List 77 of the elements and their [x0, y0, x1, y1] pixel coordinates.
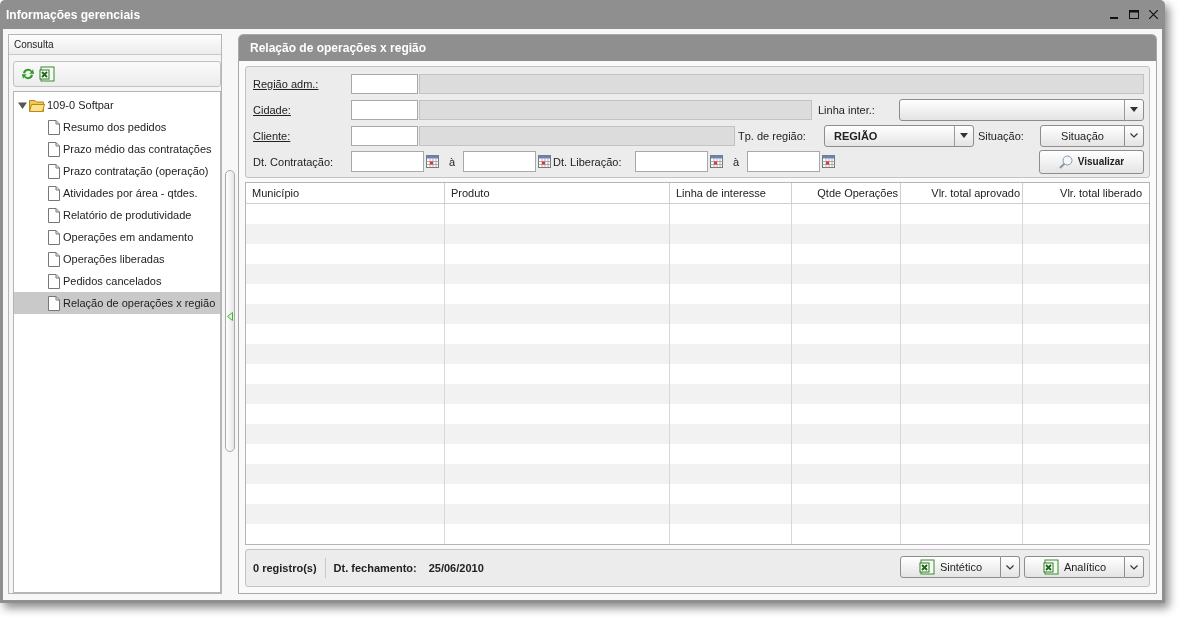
expanded-arrow-icon[interactable]: [18, 100, 27, 110]
spreadsheet-icon: [39, 66, 55, 82]
code-field[interactable]: [351, 99, 418, 120]
calendar-icon[interactable]: [426, 155, 439, 168]
maximize-icon[interactable]: [1129, 10, 1139, 19]
panel-title: Relação de operações x região: [239, 35, 1156, 61]
tree-node[interactable]: 109-0 Softpar: [47, 99, 114, 111]
close-icon[interactable]: [1149, 10, 1158, 19]
field-label: Linha inter.:: [817, 103, 876, 116]
spreadsheet-icon: [918, 559, 935, 575]
code-field[interactable]: [351, 73, 418, 94]
dropdown-button[interactable]: [1001, 556, 1020, 578]
tree-item[interactable]: Pedidos cancelados: [14, 270, 220, 292]
document-icon: [48, 273, 60, 289]
document-icon: [48, 229, 60, 245]
date-field[interactable]: [351, 151, 424, 172]
date-field[interactable]: [463, 151, 536, 172]
date-field[interactable]: [747, 151, 820, 172]
tree-item[interactable]: Atividades por área - qtdes.: [14, 182, 220, 204]
document-icon: [48, 163, 60, 179]
tree-item[interactable]: Relatório de produtividade: [14, 204, 220, 226]
chevron-icon: [1006, 564, 1014, 570]
column-header[interactable]: Produto: [445, 183, 670, 203]
closing-date: 25/06/2010: [428, 562, 484, 574]
closing-date-label: Dt. fechamento:: [333, 562, 417, 574]
field-label: Situação:: [977, 129, 1025, 142]
field-label: Tp. de região:: [737, 129, 807, 142]
document-icon: [48, 119, 60, 135]
chevron-icon: [1130, 564, 1138, 570]
tree-item[interactable]: Operações liberadas: [14, 248, 220, 270]
search-icon: [1058, 154, 1073, 169]
refresh-icon[interactable]: [21, 67, 35, 81]
code-field[interactable]: [351, 125, 418, 146]
column-header[interactable]: Vlr. total liberado: [1023, 183, 1144, 203]
splitter-handle[interactable]: [225, 170, 235, 452]
column-header[interactable]: Vlr. total aprovado: [901, 183, 1023, 203]
view-button[interactable]: Visualizar: [1039, 149, 1144, 174]
tree-item[interactable]: Prazo médio das contratações: [14, 138, 220, 160]
calendar-icon[interactable]: [822, 155, 835, 168]
dropdown-field[interactable]: REGIÃO: [824, 124, 974, 147]
record-count: 0 registro(s): [253, 562, 317, 574]
date-field[interactable]: [635, 151, 708, 172]
status-button[interactable]: Situação: [1040, 124, 1125, 147]
document-icon: [48, 141, 60, 157]
tree-item[interactable]: Resumo dos pedidos: [14, 116, 220, 138]
chevron-icon: [1130, 133, 1138, 138]
export-button[interactable]: Analítico: [1024, 556, 1125, 578]
column-header[interactable]: Município: [246, 183, 445, 203]
tree-item[interactable]: Prazo contratação (operação): [14, 160, 220, 182]
export-button[interactable]: Sintético: [900, 556, 1001, 578]
field-label[interactable]: Cliente:: [253, 129, 351, 142]
dropdown-field[interactable]: [899, 98, 1144, 121]
window-title: Informações gerenciais: [6, 7, 142, 22]
field-label: Dt. Liberação:: [553, 155, 623, 168]
column-header[interactable]: Qtde Operações: [792, 183, 901, 203]
field-label: Dt. Contratação:: [253, 155, 335, 168]
sidebar-header: Consulta: [9, 35, 221, 55]
collapse-arrow-icon[interactable]: [227, 312, 233, 321]
calendar-icon[interactable]: [538, 155, 551, 168]
document-icon: [48, 295, 60, 311]
document-icon: [48, 185, 60, 201]
tree-item[interactable]: Operações em andamento: [14, 226, 220, 248]
caret-icon: [1130, 107, 1138, 112]
field-label[interactable]: Região adm.:: [253, 77, 351, 90]
folder-icon: [29, 98, 45, 112]
range-separator: à: [731, 155, 741, 168]
document-icon: [48, 251, 60, 267]
range-separator: à: [447, 155, 457, 168]
dropdown-button[interactable]: [1125, 124, 1144, 147]
caret-icon: [960, 133, 968, 138]
tree-item[interactable]: Relação de operações x região: [14, 292, 220, 314]
column-header[interactable]: Linha de interesse: [670, 183, 792, 203]
spreadsheet-icon: [1042, 559, 1059, 575]
document-icon: [48, 207, 60, 223]
dropdown-button[interactable]: [1125, 556, 1144, 578]
field-label[interactable]: Cidade:: [253, 103, 351, 116]
calendar-icon[interactable]: [710, 155, 723, 168]
